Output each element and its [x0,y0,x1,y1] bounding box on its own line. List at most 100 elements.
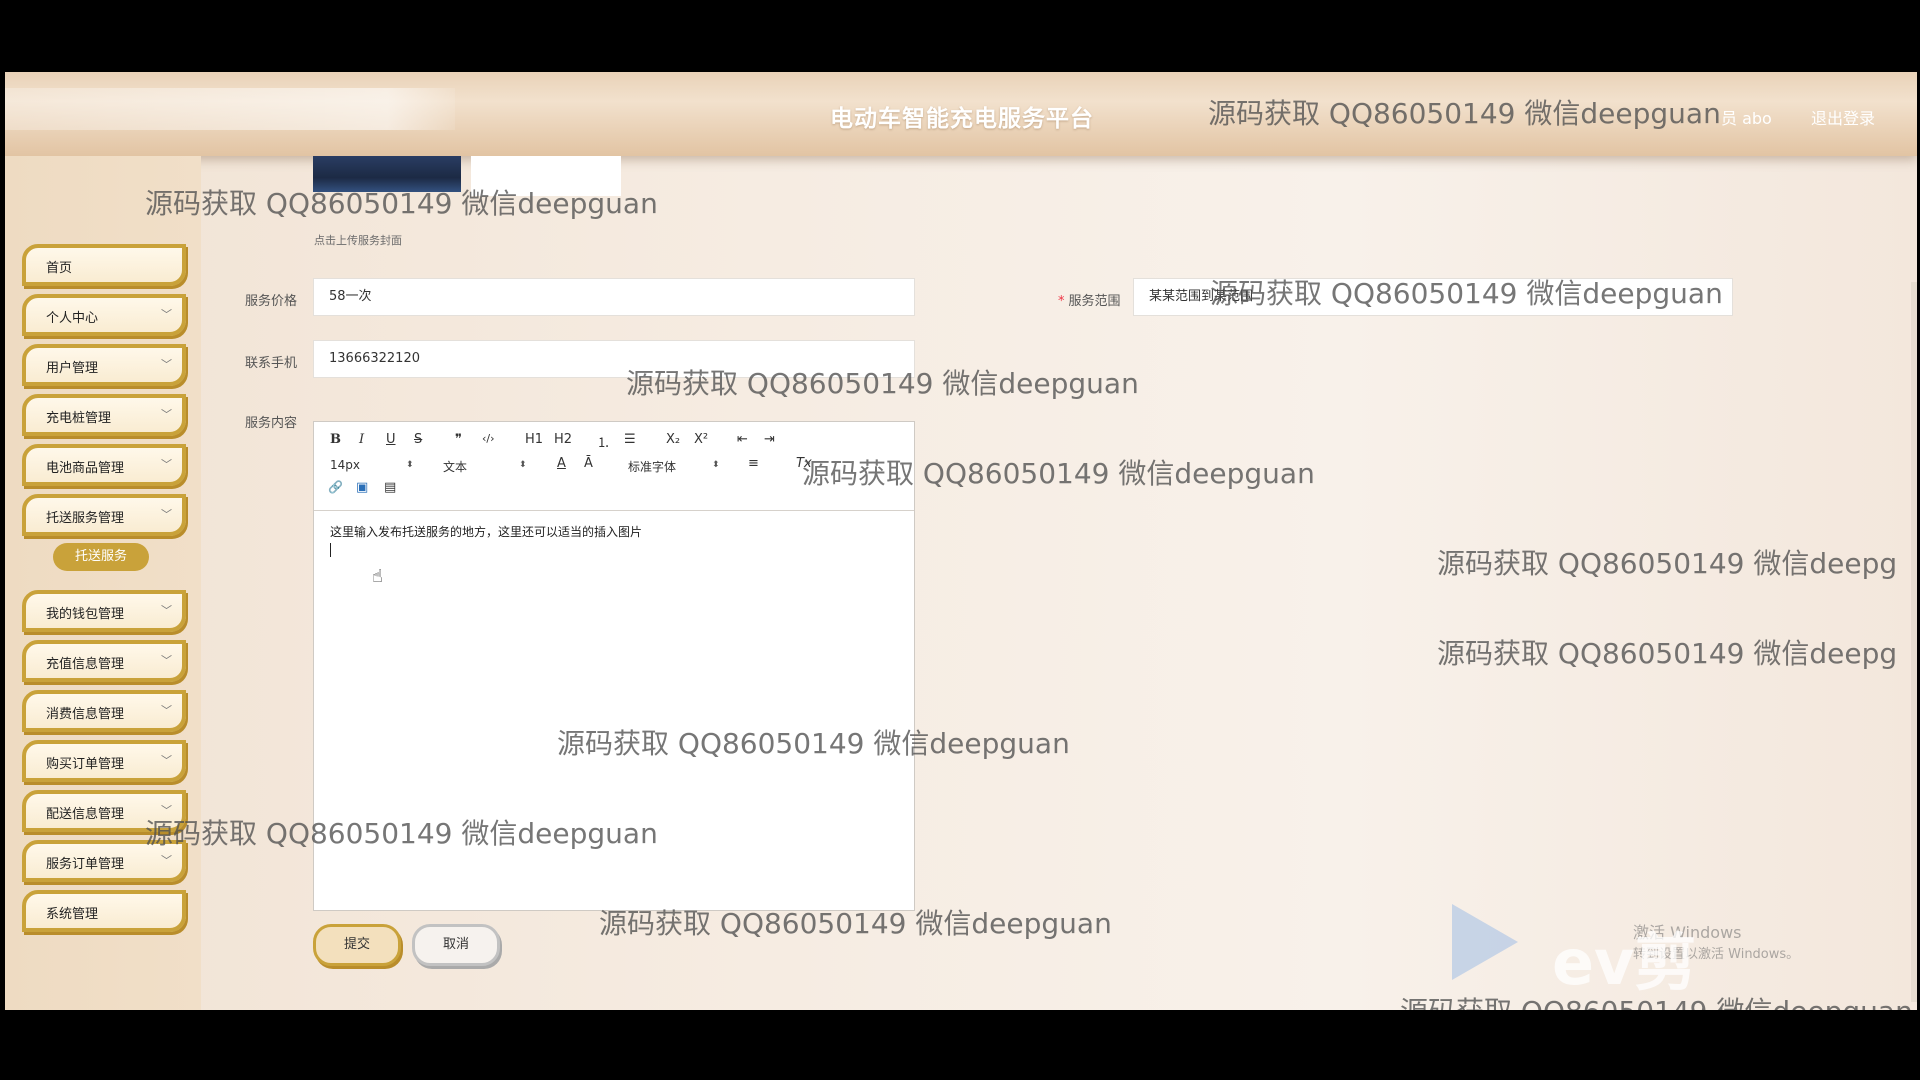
h2-icon[interactable]: H2 [554,432,572,447]
header-value: 文本 [443,460,468,474]
header-decoration [5,88,455,130]
page-scrollbar[interactable] [1911,282,1917,1002]
sidebar-item-batteries[interactable]: 电池商品管理 ﹀ [22,444,186,486]
sidebar-item-label: 个人中心 [46,311,99,326]
current-user: 员 abo [1721,109,1772,128]
price-label: 服务价格 [245,294,298,309]
underline-icon[interactable]: U [386,432,396,447]
align-icon[interactable]: ≡ [748,456,759,471]
image-icon[interactable]: ▣ [356,480,368,495]
sidebar-item-service-orders[interactable]: 服务订单管理 ﹀ [22,840,186,882]
price-input[interactable]: 58一次 [313,278,915,316]
bullet-list-icon[interactable]: ☰ [624,432,636,447]
scope-label: * 服务范围 [1058,290,1121,309]
watermark: 源码获取 QQ86050149 微信deepg [1437,637,1898,670]
font-family-value: 标准字体 [628,460,677,474]
indent-icon[interactable]: ⇥ [764,432,775,447]
sidebar-item-recharge[interactable]: 充值信息管理 ﹀ [22,640,186,682]
sidebar-item-delivery-service[interactable]: 托送服务管理 ﹀ [22,494,186,536]
editor-toolbar: B I U S ❞ ‹/› H1 H2 ⒈ ☰ X₂ X² ⇤ ⇥ 14px ⬍… [314,422,914,511]
sidebar-item-label: 电池商品管理 [46,461,125,476]
header-select[interactable]: 文本 ⬍ [443,458,527,475]
blockquote-icon[interactable]: ❞ [455,432,462,447]
editor-content[interactable]: 这里输入发布托送服务的地方，这里还可以适当的插入图片 [330,523,642,540]
sidebar-item-shipping[interactable]: 配送信息管理 ﹀ [22,790,186,832]
play-icon [1452,904,1518,980]
sidebar-item-chargers[interactable]: 充电桩管理 ﹀ [22,394,186,436]
sidebar-item-users[interactable]: 用户管理 ﹀ [22,344,186,386]
chevron-down-icon: ﹀ [161,308,172,321]
subscript-icon[interactable]: X₂ [666,432,680,447]
sidebar-item-wallet[interactable]: 我的钱包管理 ﹀ [22,590,186,632]
outdent-icon[interactable]: ⇤ [737,432,748,447]
sidebar-item-system[interactable]: 系统管理 [22,890,186,932]
phone-label: 联系手机 [245,356,298,371]
sidebar-item-label: 首页 [46,261,73,276]
bold-icon[interactable]: B [330,432,341,447]
phone-input[interactable]: 13666322120 [313,340,915,378]
logout-link[interactable]: 退出登录 [1811,105,1875,129]
content-label: 服务内容 [245,416,298,431]
sidebar-item-label: 配送信息管理 [46,807,125,822]
ordered-list-icon[interactable]: ⒈ [597,432,610,451]
font-size-select[interactable]: 14px ⬍ [330,458,414,472]
scope-label-text: 服务范围 [1068,294,1121,309]
strike-icon[interactable]: S [414,432,422,447]
chevron-down-icon: ﹀ [161,704,172,717]
sidebar-item-home[interactable]: 首页 [22,244,186,286]
link-icon[interactable]: 🔗 [328,480,343,494]
watermark: 源码获取 QQ86050149 微信deepguan [1400,990,1913,1010]
font-family-select[interactable]: 标准字体 ⬍ [628,458,720,475]
select-arrow-icon: ⬍ [519,460,527,470]
sidebar-item-label: 购买订单管理 [46,757,125,772]
required-mark: * [1058,294,1065,309]
chevron-down-icon: ﹀ [161,804,172,817]
chevron-down-icon: ﹀ [161,604,172,617]
sidebar-item-consumption[interactable]: 消费信息管理 ﹀ [22,690,186,732]
chevron-down-icon: ﹀ [161,408,172,421]
sidebar-item-purchase-orders[interactable]: 购买订单管理 ﹀ [22,740,186,782]
text-caret [330,543,331,557]
sidebar: 首页 个人中心 ﹀ 用户管理 ﹀ 充电桩管理 ﹀ 电池商品管理 ﹀ 托送服务管理… [5,156,201,1010]
sidebar-subitem-delivery[interactable]: 托送服务 [53,543,149,571]
italic-icon[interactable]: I [359,432,364,447]
h1-icon[interactable]: H1 [525,432,543,447]
chevron-down-icon: ﹀ [161,854,172,867]
sidebar-item-label: 用户管理 [46,361,99,376]
chevron-down-icon: ﹀ [161,754,172,767]
sidebar-item-label: 充值信息管理 [46,657,125,672]
select-arrow-icon: ⬍ [406,460,414,470]
clear-format-icon[interactable]: Tx [796,456,812,471]
font-color-icon[interactable]: A [557,456,566,471]
sidebar-item-label: 系统管理 [46,907,99,922]
sidebar-item-label: 充电桩管理 [46,411,112,426]
submit-button[interactable]: 提交 [313,924,401,966]
activation-line-1: 激活 Windows [1633,923,1742,942]
font-size-value: 14px [330,458,360,472]
select-arrow-icon: ⬍ [712,460,720,470]
app-title: 电动车智能充电服务平台 [830,106,1094,132]
cover-upload-box[interactable] [471,156,621,196]
sidebar-item-label: 我的钱包管理 [46,607,125,622]
scope-input[interactable]: 某某范围到某范围 [1133,278,1733,316]
mouse-pointer-icon: ☝ [372,566,383,587]
rich-text-editor: B I U S ❞ ‹/› H1 H2 ⒈ ☰ X₂ X² ⇤ ⇥ 14px ⬍… [313,421,915,911]
sidebar-item-label: 服务订单管理 [46,857,125,872]
superscript-icon[interactable]: X² [694,432,708,447]
sidebar-item-label: 托送服务管理 [46,511,125,526]
activation-line-2: 转到设置以激活 Windows。 [1633,947,1800,962]
service-cover-image[interactable] [313,156,461,192]
background-color-icon[interactable]: Ā [584,456,593,471]
video-icon[interactable]: ▤ [384,480,396,495]
chevron-down-icon: ﹀ [161,358,172,371]
cover-upload-hint: 点击上传服务封面 [314,234,402,247]
chevron-down-icon: ﹀ [161,458,172,471]
watermark: 源码获取 QQ86050149 微信deepg [1437,547,1898,580]
top-header: 电动车智能充电服务平台 员 abo 退出登录 [5,72,1917,156]
sidebar-item-personal[interactable]: 个人中心 ﹀ [22,294,186,336]
cancel-button[interactable]: 取消 [412,924,500,966]
code-icon[interactable]: ‹/› [482,432,495,445]
windows-activation-notice: 激活 Windows 转到设置以激活 Windows。 [1633,919,1799,962]
chevron-down-icon: ﹀ [161,508,172,521]
sidebar-item-label: 消费信息管理 [46,707,125,722]
